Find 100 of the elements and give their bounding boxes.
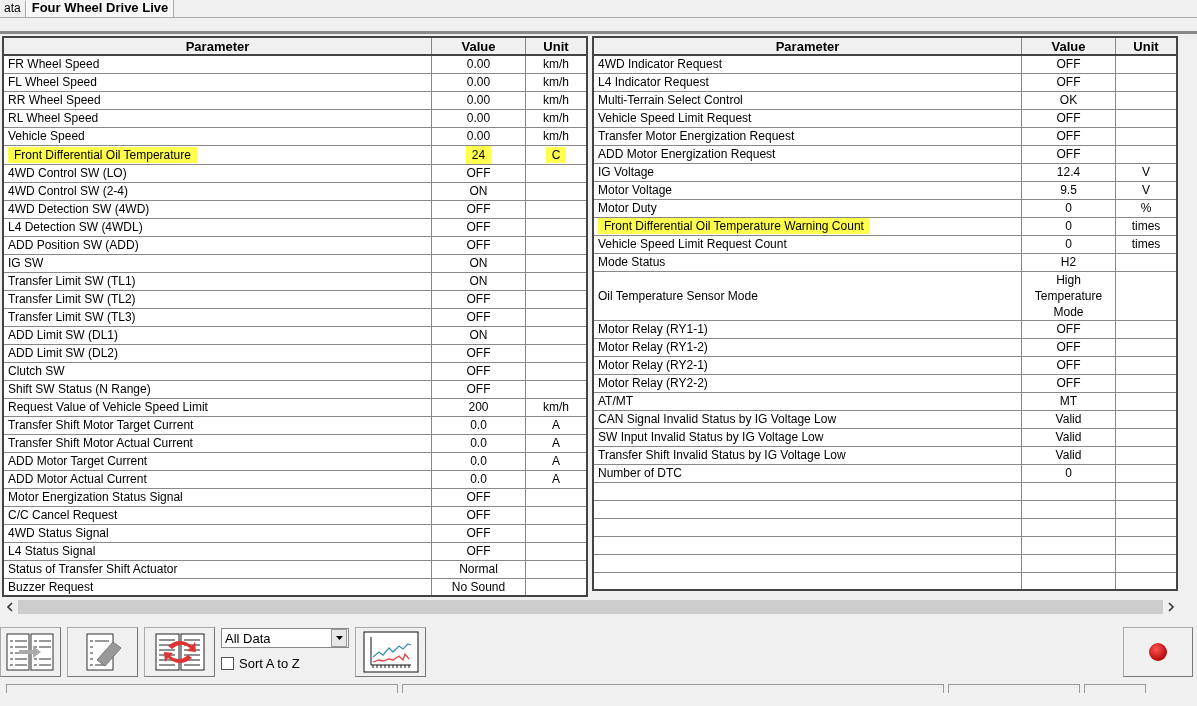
parameter-cell: ADD Limit SW (DL1): [8, 328, 118, 342]
unit-cell: %: [1140, 201, 1152, 215]
parameter-cell: Transfer Limit SW (TL1): [8, 274, 136, 288]
value-cell: OFF: [466, 201, 491, 217]
value-cell: OFF: [466, 309, 491, 325]
value-cell: OFF: [1056, 146, 1081, 162]
parameter-cell: IG Voltage: [598, 165, 655, 179]
column-header[interactable]: Unit: [525, 37, 587, 55]
parameter-cell: Transfer Shift Motor Actual Current: [8, 436, 193, 450]
value-cell: 0.00: [466, 56, 491, 73]
parameter-cell: Clutch SW: [8, 364, 65, 378]
list-swap-icon: [153, 632, 206, 672]
value-cell-text: High Temperature Mode: [1033, 271, 1104, 320]
value-cell: 200: [468, 399, 489, 415]
parameter-cell: Front Differential Oil Temperature Warning Count: [598, 218, 870, 234]
status-panel: [1084, 684, 1146, 693]
parameter-cell: Vehicle Speed Limit Request Count: [598, 237, 787, 251]
unit-cell: km/h: [543, 57, 569, 72]
swap-list-button[interactable]: [144, 627, 215, 677]
value-cell: OFF: [1056, 375, 1081, 391]
value-cell: OFF: [466, 219, 491, 235]
parameter-cell: RL Wheel Speed: [8, 111, 99, 125]
column-header[interactable]: Value: [431, 37, 526, 55]
parameter-cell: Motor Relay (RY1-1): [598, 322, 708, 336]
parameter-cell: L4 Indicator Request: [598, 75, 709, 89]
parameter-cell: ADD Motor Energization Request: [598, 147, 776, 161]
parameter-cell: Motor Voltage: [598, 183, 673, 197]
data-filter-dropdown[interactable]: All Data: [221, 628, 349, 648]
value-cell: Valid: [1055, 429, 1082, 445]
value-cell: 0: [1065, 465, 1072, 481]
value-cell: Valid: [1055, 447, 1082, 463]
value-cell: OFF: [466, 291, 491, 307]
parameter-cell: Transfer Limit SW (TL2): [8, 292, 136, 306]
parameter-cell: C/C Cancel Request: [8, 508, 118, 522]
record-button[interactable]: [1123, 627, 1193, 677]
unit-cell: V: [1142, 165, 1150, 179]
value-cell: OK: [1059, 92, 1078, 108]
parameter-cell: Shift SW Status (N Range): [8, 382, 151, 396]
unit-cell: A: [552, 472, 560, 486]
parameter-cell: Buzzer Request: [8, 579, 94, 594]
parameter-cell: Motor Relay (RY1-2): [598, 340, 708, 354]
value-cell: 0.0: [470, 453, 487, 469]
column-header[interactable]: Parameter: [593, 37, 1022, 55]
parameter-cell: ADD Motor Actual Current: [8, 472, 147, 486]
parameter-cell: ADD Position SW (ADD): [8, 238, 139, 252]
value-cell: 0.0: [470, 417, 487, 433]
value-cell: ON: [469, 255, 488, 271]
value-cell: 0.00: [466, 74, 491, 90]
unit-cell: C: [545, 146, 567, 163]
parameter-cell: IG SW: [8, 256, 44, 270]
parameter-cell: Motor Energization Status Signal: [8, 490, 183, 504]
parameter-cell: Number of DTC: [598, 466, 683, 480]
parameter-cell: Motor Relay (RY2-2): [598, 376, 708, 390]
value-cell: OFF: [1056, 110, 1081, 126]
transfer-list-button[interactable]: [0, 627, 61, 677]
parameter-cell: Transfer Shift Invalid Status by IG Voltage Low: [598, 448, 846, 462]
value-cell: ON: [469, 183, 488, 199]
value-cell: OFF: [1056, 128, 1081, 144]
graph-button[interactable]: [355, 627, 426, 677]
parameter-cell: FL Wheel Speed: [8, 75, 97, 89]
value-cell: 9.5: [1060, 182, 1077, 198]
value-cell: OFF: [466, 345, 491, 361]
unit-cell: V: [1142, 183, 1150, 197]
parameter-cell: FR Wheel Speed: [8, 57, 100, 72]
parameter-cell: Multi-Terrain Select Control: [598, 93, 743, 107]
value-cell: OFF: [466, 489, 491, 505]
unit-cell: km/h: [543, 75, 569, 89]
unit-cell: times: [1131, 237, 1161, 251]
parameter-cell: L4 Detection SW (4WDL): [8, 220, 143, 234]
unit-cell: A: [552, 418, 560, 432]
unit-cell: km/h: [543, 400, 569, 414]
sort-checkbox[interactable]: [221, 657, 234, 670]
parameter-cell: 4WD Detection SW (4WD): [8, 202, 150, 216]
parameter-cell: 4WD Control SW (LO): [8, 166, 127, 180]
value-cell: OFF: [1056, 74, 1081, 90]
parameter-cell: Transfer Limit SW (TL3): [8, 310, 136, 324]
unit-cell: A: [552, 436, 560, 450]
parameter-cell: Oil Temperature Sensor Mode: [598, 288, 758, 303]
parameter-cell: AT/MT: [598, 394, 634, 408]
parameter-cell: Mode Status: [598, 255, 666, 269]
parameter-cell: Request Value of Vehicle Speed Limit: [8, 400, 208, 414]
value-cell: 12.4: [1056, 164, 1081, 180]
unit-cell: km/h: [543, 93, 569, 107]
value-cell: OFF: [466, 363, 491, 379]
value-cell: OFF: [1056, 321, 1081, 337]
column-header[interactable]: Unit: [1115, 37, 1177, 55]
parameter-cell: CAN Signal Invalid Status by IG Voltage Low: [598, 412, 837, 426]
parameter-cell: Motor Duty: [598, 201, 657, 215]
value-cell: ON: [469, 327, 488, 343]
column-header[interactable]: Parameter: [3, 37, 432, 55]
value-cell: OFF: [466, 525, 491, 541]
eraser-list-button[interactable]: [67, 627, 138, 677]
value-cell: No Sound: [451, 578, 506, 595]
parameter-cell: ADD Motor Target Current: [8, 454, 148, 468]
parameter-cell: Transfer Shift Motor Target Current: [8, 418, 194, 432]
tab[interactable]: Four Wheel Drive Live: [25, 0, 175, 17]
value-cell: OFF: [466, 381, 491, 397]
value-cell: 0: [1065, 200, 1072, 216]
parameter-cell: Status of Transfer Shift Actuator: [8, 562, 178, 576]
column-header[interactable]: Value: [1021, 37, 1116, 55]
